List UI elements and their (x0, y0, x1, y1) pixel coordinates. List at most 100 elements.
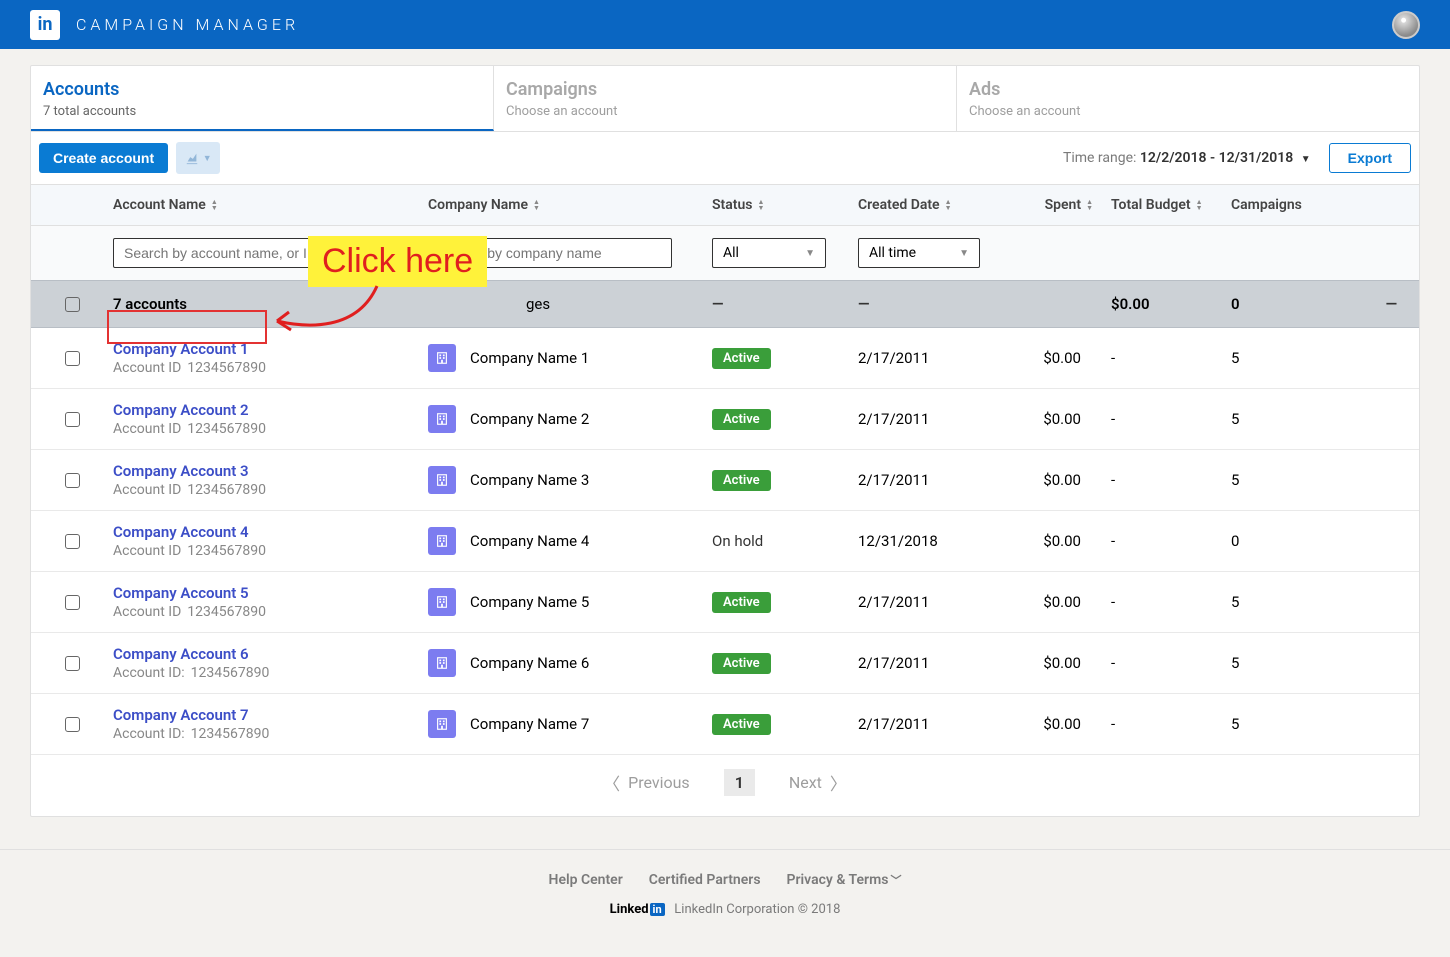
building-icon (428, 344, 456, 372)
footer: Help Center Certified Partners Privacy &… (0, 849, 1450, 957)
account-id: Account ID:1234567890 (113, 665, 418, 681)
sort-icon: ▲▼ (1196, 199, 1203, 211)
budget-value: - (1101, 593, 1231, 611)
created-date: 2/17/2011 (858, 349, 1012, 367)
created-date: 2/17/2011 (858, 715, 1012, 733)
chart-icon (185, 151, 199, 165)
app-name: CAMPAIGN MANAGER (76, 15, 299, 34)
avatar[interactable] (1392, 11, 1420, 39)
summary-pages-fragment: ges (428, 295, 712, 313)
filter-row: All▼ All time▼ (31, 226, 1419, 280)
building-icon (428, 466, 456, 494)
company-cell[interactable]: Company Name 5 (428, 588, 712, 616)
time-range-selector[interactable]: Time range: 12/2/2018 - 12/31/2018 ▼ (1063, 150, 1311, 166)
page-number-1[interactable]: 1 (724, 769, 755, 796)
col-status[interactable]: Status▲▼ (712, 197, 858, 213)
company-cell[interactable]: Company Name 3 (428, 466, 712, 494)
table-row: Company Account 6 Account ID:1234567890 Co… (31, 633, 1419, 694)
row-checkbox[interactable] (65, 412, 80, 427)
company-cell[interactable]: Company Name 2 (428, 405, 712, 433)
next-page-button[interactable]: Next〉 (789, 770, 847, 795)
company-cell[interactable]: Company Name 1 (428, 344, 712, 372)
main-panel: Accounts 7 total accounts Campaigns Choo… (30, 65, 1420, 817)
account-id: Account ID1234567890 (113, 360, 418, 376)
status-filter-select[interactable]: All▼ (712, 238, 826, 268)
campaigns-value: 5 (1231, 593, 1321, 611)
company-name: Company Name 3 (470, 471, 589, 489)
account-name-link[interactable]: Company Account 4 (113, 523, 249, 541)
toolbar: Create account ▼ Time range: 12/2/2018 -… (31, 132, 1419, 184)
sort-icon: ▲▼ (1086, 199, 1093, 211)
col-campaigns[interactable]: Campaigns (1231, 197, 1321, 213)
campaigns-value: 5 (1231, 410, 1321, 428)
col-total-budget[interactable]: Total Budget▲▼ (1101, 197, 1231, 213)
spent-value: $0.00 (1012, 593, 1101, 611)
company-cell[interactable]: Company Name 4 (428, 527, 712, 555)
create-account-button[interactable]: Create account (39, 143, 168, 173)
export-button[interactable]: Export (1329, 143, 1411, 173)
tab-accounts[interactable]: Accounts 7 total accounts (31, 66, 494, 131)
building-icon (428, 405, 456, 433)
row-checkbox[interactable] (65, 656, 80, 671)
status-badge: Active (712, 653, 771, 674)
table-row: Company Account 1 Account ID1234567890 Com… (31, 328, 1419, 389)
account-name-link[interactable]: Company Account 2 (113, 401, 249, 419)
row-checkbox[interactable] (65, 473, 80, 488)
select-all-checkbox[interactable] (65, 297, 80, 312)
company-name: Company Name 7 (470, 715, 589, 733)
row-checkbox[interactable] (65, 595, 80, 610)
account-name-link[interactable]: Company Account 1 (113, 340, 249, 358)
account-name-link[interactable]: Company Account 6 (113, 645, 249, 663)
col-account-name[interactable]: Account Name▲▼ (113, 197, 428, 213)
budget-value: - (1101, 715, 1231, 733)
company-name: Company Name 5 (470, 593, 589, 611)
col-company-name[interactable]: Company Name▲▼ (428, 197, 712, 213)
linkedin-logo-icon: in (30, 10, 60, 40)
prev-page-button[interactable]: 〈Previous (603, 770, 690, 795)
footer-help-link[interactable]: Help Center (549, 872, 623, 888)
tab-campaigns[interactable]: Campaigns Choose an account (494, 66, 957, 131)
budget-value: - (1101, 471, 1231, 489)
col-spent[interactable]: Spent▲▼ (1012, 197, 1101, 213)
pagination: 〈Previous 1 Next〉 (31, 755, 1419, 816)
company-cell[interactable]: Company Name 7 (428, 710, 712, 738)
account-name-link[interactable]: Company Account 7 (113, 706, 249, 724)
account-id: Account ID1234567890 (113, 421, 418, 437)
chart-dropdown-button[interactable]: ▼ (176, 142, 220, 174)
tab-subtitle: Choose an account (506, 104, 944, 119)
status-badge: Active (712, 470, 771, 491)
tab-subtitle: Choose an account (969, 104, 1407, 119)
col-created-date[interactable]: Created Date▲▼ (858, 197, 1012, 213)
sort-icon: ▲▼ (211, 199, 218, 211)
tab-ads[interactable]: Ads Choose an account (957, 66, 1419, 131)
chevron-down-icon: ﹀ (890, 874, 901, 887)
tab-title: Ads (969, 79, 1407, 100)
date-filter-select[interactable]: All time▼ (858, 238, 980, 268)
time-range-label: Time range: (1063, 150, 1140, 166)
company-cell[interactable]: Company Name 6 (428, 649, 712, 677)
budget-value: - (1101, 349, 1231, 367)
summary-dash: — (712, 295, 723, 313)
table-row: Company Account 2 Account ID1234567890 Com… (31, 389, 1419, 450)
row-checkbox[interactable] (65, 351, 80, 366)
building-icon (428, 649, 456, 677)
status-badge: Active (712, 409, 771, 430)
tab-title: Campaigns (506, 79, 944, 100)
campaigns-value: 0 (1231, 532, 1321, 550)
footer-partners-link[interactable]: Certified Partners (649, 872, 761, 888)
account-name-link[interactable]: Company Account 3 (113, 462, 249, 480)
caret-down-icon: ▼ (805, 248, 815, 259)
footer-privacy-link[interactable]: Privacy & Terms﹀ (787, 872, 902, 888)
account-name-link[interactable]: Company Account 5 (113, 584, 249, 602)
chevron-right-icon: 〉 (830, 770, 847, 795)
summary-budget: $0.00 (1101, 295, 1231, 313)
row-checkbox[interactable] (65, 717, 80, 732)
created-date: 2/17/2011 (858, 471, 1012, 489)
footer-copyright: LinkedIn Corporation © 2018 (674, 902, 840, 917)
annotation-callout: Click here (308, 236, 487, 287)
building-icon (428, 588, 456, 616)
campaigns-value: 5 (1231, 471, 1321, 489)
table-row: Company Account 3Account ID1234567890Com… (31, 450, 1419, 511)
budget-value: - (1101, 654, 1231, 672)
row-checkbox[interactable] (65, 534, 80, 549)
